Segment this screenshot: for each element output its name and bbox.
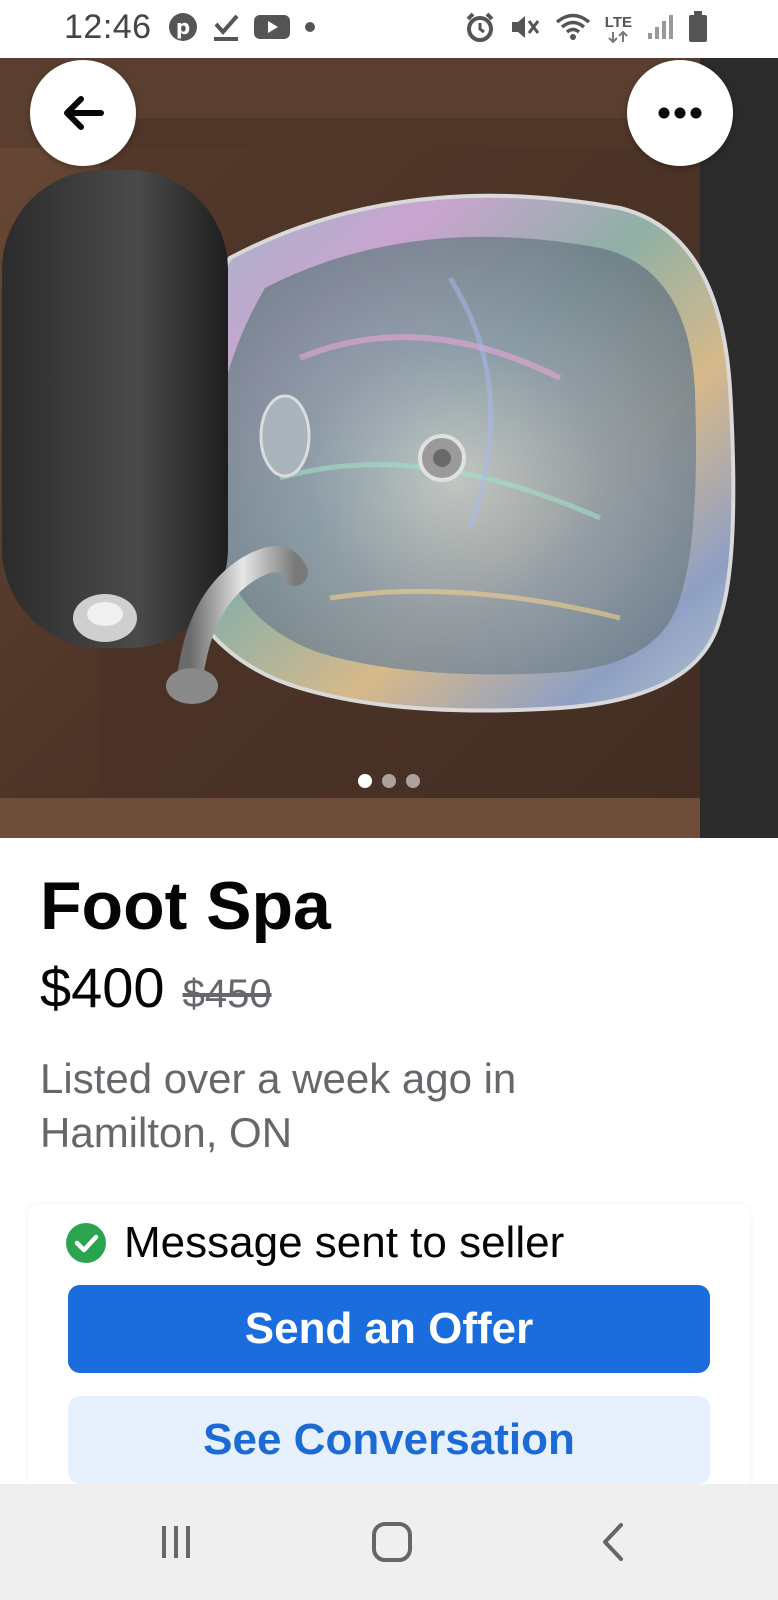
foot-spa-photo <box>0 58 778 838</box>
carousel-dot[interactable] <box>406 774 420 788</box>
listing-title: Foot Spa <box>40 868 331 944</box>
more-dots-icon <box>658 107 702 119</box>
listing-price: $400 <box>40 956 165 1019</box>
listing-photo[interactable] <box>0 58 778 838</box>
battery-icon <box>688 10 708 48</box>
original-price: $450 <box>182 972 272 1016</box>
lte-icon: LTE <box>605 15 632 44</box>
system-back-button[interactable] <box>582 1514 642 1570</box>
lte-label: LTE <box>604 13 632 31</box>
carousel-dot[interactable] <box>358 774 372 788</box>
mute-icon <box>509 12 541 47</box>
see-conversation-button[interactable]: See Conversation <box>68 1396 710 1484</box>
svg-text:p: p <box>176 15 190 39</box>
message-sent-text: Message sent to seller <box>124 1218 565 1267</box>
check-circle-icon <box>66 1223 106 1263</box>
carousel-dot[interactable] <box>382 774 396 788</box>
system-nav-bar <box>0 1484 778 1600</box>
wifi-icon <box>555 12 591 47</box>
message-sent-status: Message sent to seller <box>66 1218 564 1268</box>
recent-apps-icon <box>162 1526 190 1558</box>
status-left-icons: p <box>168 12 316 46</box>
alarm-icon <box>465 12 495 47</box>
send-offer-button[interactable]: Send an Offer <box>68 1285 710 1373</box>
listing-location: Listed over a week ago in Hamilton, ON <box>40 1055 517 1156</box>
arrow-left-icon <box>64 96 104 130</box>
home-icon <box>372 1522 412 1562</box>
back-button[interactable] <box>30 60 136 166</box>
dot-icon <box>304 20 316 38</box>
signal-icon <box>646 13 674 46</box>
status-bar: 12:46 p LTE <box>0 0 778 58</box>
more-options-button[interactable] <box>627 60 733 166</box>
recent-apps-button[interactable] <box>146 1514 206 1570</box>
checkmark-download-icon <box>212 12 240 47</box>
chevron-left-icon <box>603 1523 623 1561</box>
pinterest-icon: p <box>168 12 198 47</box>
status-time: 12:46 <box>64 8 152 46</box>
status-right-icons: LTE <box>465 10 708 48</box>
youtube-icon <box>254 13 290 46</box>
carousel-indicator <box>0 774 778 788</box>
price-row: $400 $450 <box>40 955 272 1020</box>
home-button[interactable] <box>362 1514 422 1570</box>
